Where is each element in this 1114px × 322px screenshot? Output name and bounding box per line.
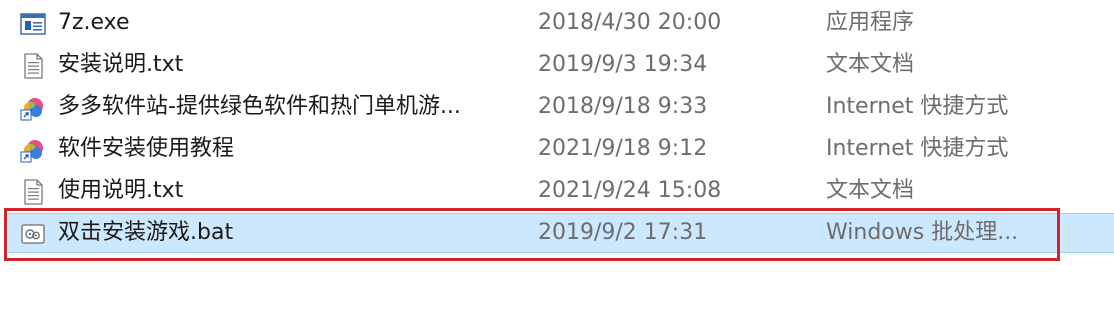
file-row-duoduo-shortcut[interactable]: 多多软件站-提供绿色软件和热门单机游... 2018/9/18 9:33 Int… bbox=[0, 86, 1114, 128]
file-name: 软件安装使用教程 bbox=[58, 136, 235, 161]
file-name: 使用说明.txt bbox=[58, 178, 184, 203]
file-row-7z-exe[interactable]: 7z.exe 2018/4/30 20:00 应用程序 bbox=[0, 2, 1114, 44]
file-row-install-notes-txt[interactable]: 安装说明.txt 2019/9/3 19:34 文本文档 bbox=[0, 44, 1114, 86]
file-type: 文本文档 bbox=[826, 52, 915, 77]
file-date: 2018/9/18 9:33 bbox=[538, 94, 708, 119]
file-list: 7z.exe 2018/4/30 20:00 应用程序 安装说明.txt 201… bbox=[0, 0, 1114, 322]
file-date: 2021/9/18 9:12 bbox=[538, 136, 708, 161]
file-row-usage-notes-txt[interactable]: 使用说明.txt 2021/9/24 15:08 文本文档 bbox=[0, 170, 1114, 212]
file-type: 应用程序 bbox=[826, 10, 915, 35]
internet-shortcut-icon bbox=[20, 98, 43, 121]
file-row-tutorial-shortcut[interactable]: 软件安装使用教程 2021/9/18 9:12 Internet 快捷方式 bbox=[0, 128, 1114, 170]
text-document-icon bbox=[24, 179, 43, 205]
file-date: 2019/9/3 19:34 bbox=[538, 52, 708, 77]
file-name: 双击安装游戏.bat bbox=[58, 220, 234, 245]
file-name: 安装说明.txt bbox=[58, 52, 184, 77]
file-name: 7z.exe bbox=[58, 10, 130, 35]
text-document-icon bbox=[24, 53, 43, 79]
file-name: 多多软件站-提供绿色软件和热门单机游... bbox=[58, 94, 461, 119]
batch-file-icon bbox=[21, 224, 45, 244]
file-date: 2019/9/2 17:31 bbox=[538, 220, 708, 245]
file-type: 文本文档 bbox=[826, 178, 915, 203]
exe-app-icon bbox=[20, 13, 46, 35]
internet-shortcut-icon bbox=[20, 140, 43, 163]
file-row-install-game-bat[interactable]: 双击安装游戏.bat 2019/9/2 17:31 Windows 批处理... bbox=[0, 212, 1114, 254]
file-type: Internet 快捷方式 bbox=[826, 136, 1009, 161]
file-date: 2018/4/30 20:00 bbox=[538, 10, 722, 35]
file-date: 2021/9/24 15:08 bbox=[538, 178, 722, 203]
file-type: Internet 快捷方式 bbox=[826, 94, 1009, 119]
file-type: Windows 批处理... bbox=[826, 220, 1019, 245]
